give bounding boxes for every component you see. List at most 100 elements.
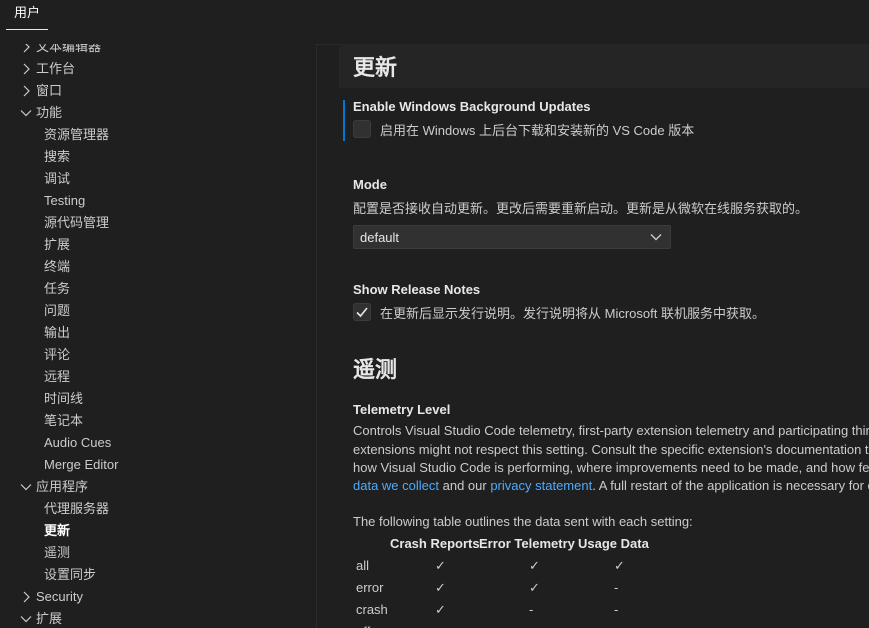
bg-updates-checkbox[interactable] <box>353 120 371 138</box>
toc-item-label: 调试 <box>44 171 71 186</box>
toc-item[interactable]: 遥测 <box>0 542 316 564</box>
toc-item-label: 任务 <box>44 281 71 296</box>
toc-item-label: 笔记本 <box>44 413 84 428</box>
setting-title-mode: Mode <box>353 177 387 192</box>
toc-item[interactable]: 问题 <box>0 300 316 322</box>
toc-item[interactable]: 搜索 <box>0 146 316 168</box>
table-cell: - <box>435 624 439 628</box>
chevron-down-icon <box>650 234 662 241</box>
setting-title-release-notes: Show Release Notes <box>353 282 481 297</box>
toc-item-label: 功能 <box>36 105 63 120</box>
toc-item[interactable]: Audio Cues <box>0 432 316 454</box>
release-notes-label: 在更新后显示发行说明。发行说明将从 Microsoft 联机服务中获取。 <box>380 306 765 321</box>
toc-item[interactable]: 评论 <box>0 344 316 366</box>
table-header: Crash Reports <box>390 536 480 551</box>
release-notes-checkbox[interactable] <box>353 303 371 321</box>
toc-item-label: 输出 <box>44 325 71 340</box>
toc-item[interactable]: 扩展 <box>0 608 316 628</box>
toc-item-label: 评论 <box>44 347 71 362</box>
table-row-name: all <box>356 558 370 573</box>
toc-item-label: Audio Cues <box>44 435 112 450</box>
chevron-down-icon <box>19 476 33 498</box>
toc-item[interactable]: 资源管理器 <box>0 124 316 146</box>
table-row-name: off <box>356 624 370 628</box>
table-header: Usage Data <box>578 536 649 551</box>
table-cell: - <box>614 602 619 617</box>
table-cell: ✓ <box>435 580 446 595</box>
toc-item-label: Testing <box>44 193 86 208</box>
toc-item[interactable]: 功能 <box>0 102 316 124</box>
setting-desc-mode: 配置是否接收自动更新。更改后需要重新启动。更新是从微软在线服务获取的。 <box>353 201 809 216</box>
toc-item-label: 设置同步 <box>44 567 97 582</box>
chevron-right-icon <box>19 58 33 80</box>
toc-item[interactable]: 更新 <box>0 520 316 542</box>
chevron-down-icon <box>19 102 33 124</box>
telemetry-desc-line-2: extensions might not respect this settin… <box>353 442 869 457</box>
toc-item-label: 更新 <box>44 523 71 538</box>
chevron-down-icon <box>19 608 33 628</box>
tab-user[interactable]: 用户 <box>6 0 49 30</box>
settings-toc: 文本编辑器 工作台 窗口 功能 资源管理器 搜索 调试 Testing 源代码管理 扩展 终端 任务问… <box>0 44 317 628</box>
toc-item[interactable]: 应用程序 <box>0 476 316 498</box>
toc-item[interactable]: 工作台 <box>0 58 316 80</box>
toc-item[interactable]: 代理服务器 <box>0 498 316 520</box>
telemetry-desc-mid: and our <box>439 478 491 493</box>
toc-item-label: 应用程序 <box>36 479 89 494</box>
toc-item-label: 遥测 <box>44 545 71 560</box>
table-row-name: error <box>356 580 384 595</box>
toc-item-label: 资源管理器 <box>44 127 110 142</box>
telemetry-desc-line-3: how Visual Studio Code is performing, wh… <box>353 460 869 475</box>
toc-item[interactable]: 文本编辑器 <box>0 44 316 58</box>
toc-item[interactable]: 任务 <box>0 278 316 300</box>
telemetry-desc-line-1: Controls Visual Studio Code telemetry, f… <box>353 423 869 438</box>
check-icon <box>356 307 368 318</box>
toc-item[interactable]: 远程 <box>0 366 316 388</box>
toc-item-label: 窗口 <box>36 83 63 98</box>
table-cell: - <box>529 602 534 617</box>
table-cell: ✓ <box>435 558 446 573</box>
toc-item[interactable]: 输出 <box>0 322 316 344</box>
editor-tab-bar: 用户 <box>0 0 869 45</box>
mode-select[interactable]: default <box>353 225 671 249</box>
toc-item[interactable]: 扩展 <box>0 234 316 256</box>
toc-item[interactable]: 设置同步 <box>0 564 316 586</box>
toc-item[interactable]: 终端 <box>0 256 316 278</box>
section-header-telemetry: 遥测 <box>339 346 869 390</box>
toc-item-label: 搜索 <box>44 149 71 164</box>
toc-item[interactable]: Testing <box>0 190 316 212</box>
toc-item[interactable]: 调试 <box>0 168 316 190</box>
toc-item[interactable]: 窗口 <box>0 80 316 102</box>
table-intro: The following table outlines the data se… <box>353 514 693 529</box>
toc-item-label: 终端 <box>44 259 71 274</box>
toc-item-label: 远程 <box>44 369 71 384</box>
table-cell: ✓ <box>529 580 540 595</box>
toc-item[interactable]: 源代码管理 <box>0 212 316 234</box>
toc-item[interactable]: 笔记本 <box>0 410 316 432</box>
settings-editor: 更新 Enable Windows Background Updates 启用在… <box>317 44 869 628</box>
table-cell: ✓ <box>529 558 540 573</box>
toc-item-label: 工作台 <box>36 61 76 76</box>
toc-item[interactable]: Merge Editor <box>0 454 316 476</box>
section-header-update: 更新 <box>339 44 869 88</box>
telemetry-desc-line-4: data we collect and our privacy statemen… <box>353 477 869 496</box>
chevron-right-icon <box>19 586 33 608</box>
toc-item-label: 源代码管理 <box>44 215 110 230</box>
mode-select-value: default <box>360 230 400 245</box>
section-title: 更新 <box>353 55 398 80</box>
table-cell: ✓ <box>614 558 625 573</box>
toc-item[interactable]: 时间线 <box>0 388 316 410</box>
table-cell: - <box>614 580 619 595</box>
privacy-statement-link[interactable]: privacy statement <box>490 478 592 493</box>
table-row-name: crash <box>356 602 388 617</box>
toc-item-label: 扩展 <box>36 611 63 626</box>
table-cell: ✓ <box>435 602 446 617</box>
chevron-right-icon <box>19 80 33 102</box>
table-header: Error Telemetry <box>479 536 575 551</box>
setting-title-bg-updates: Enable Windows Background Updates <box>353 99 591 114</box>
data-we-collect-link[interactable]: data we collect <box>353 478 439 493</box>
toc-tree: 文本编辑器 工作台 窗口 功能 资源管理器 搜索 调试 Testing 源代码管理 扩展 终端 任务问… <box>0 44 316 628</box>
toc-item-label: 问题 <box>44 303 71 318</box>
table-cell: - <box>614 624 618 628</box>
toc-item-label: 文本编辑器 <box>36 44 102 54</box>
toc-item[interactable]: Security <box>0 586 316 608</box>
